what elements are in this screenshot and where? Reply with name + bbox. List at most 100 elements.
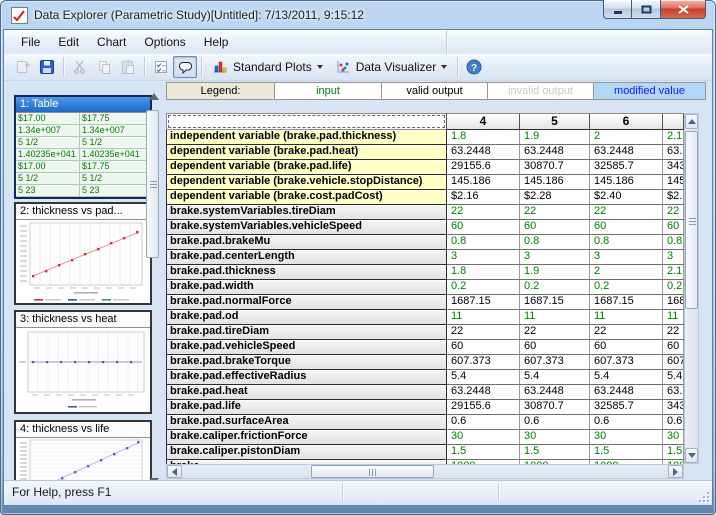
row-label[interactable]: brake.pad.effectiveRadius	[166, 370, 447, 385]
value-cell[interactable]: 60	[663, 340, 684, 355]
thumbnail-4-thickness-vs-life[interactable]: 4: thickness vs life	[14, 420, 152, 480]
value-cell[interactable]: 29155.6	[447, 160, 520, 175]
scroll-left-button[interactable]	[167, 465, 182, 478]
menu-item-chart[interactable]: Chart	[88, 31, 135, 53]
value-cell[interactable]: 22	[520, 325, 590, 340]
row-label[interactable]: brake.systemVariables.vehicleSpeed	[166, 220, 447, 235]
value-cell[interactable]: 0.2	[447, 280, 520, 295]
value-cell[interactable]: 2	[590, 265, 663, 280]
value-cell[interactable]: $2.52	[663, 190, 684, 205]
scroll-right-button[interactable]	[668, 465, 683, 478]
value-cell[interactable]: 30870.7	[520, 160, 590, 175]
cut-button[interactable]	[68, 56, 92, 78]
row-label[interactable]: dependent variable (brake.cost.padCost)	[166, 190, 447, 205]
value-cell[interactable]: 11	[590, 310, 663, 325]
value-cell[interactable]: 0.6	[520, 415, 590, 430]
value-cell[interactable]: 1687.15	[520, 295, 590, 310]
open-button[interactable]	[11, 56, 35, 78]
maximize-button[interactable]	[632, 0, 660, 19]
value-cell[interactable]: 60	[520, 220, 590, 235]
value-cell[interactable]: 0.8	[590, 235, 663, 250]
value-cell[interactable]: 2.1	[663, 265, 684, 280]
value-cell[interactable]: 22	[663, 205, 684, 220]
value-cell[interactable]: 3	[447, 250, 520, 265]
data-visualizer-button[interactable]: Data Visualizer	[329, 56, 453, 78]
row-label[interactable]: brake.pad.thickness	[166, 265, 447, 280]
value-cell[interactable]: 60	[447, 340, 520, 355]
value-cell[interactable]: 145.186	[520, 175, 590, 190]
minimize-button[interactable]	[603, 0, 632, 19]
value-cell[interactable]: 1.9	[520, 130, 590, 145]
column-header-5[interactable]: 5	[520, 113, 590, 130]
value-cell[interactable]: 22	[590, 325, 663, 340]
value-cell[interactable]: 0.2	[590, 280, 663, 295]
value-cell[interactable]: 32585.7	[590, 160, 663, 175]
row-label[interactable]: independent variable (brake.pad.thicknes…	[166, 130, 447, 145]
value-cell[interactable]: 11	[663, 310, 684, 325]
value-cell[interactable]: 145.186	[663, 175, 684, 190]
value-cell[interactable]: 145.186	[447, 175, 520, 190]
value-cell[interactable]: 0.2	[520, 280, 590, 295]
value-cell[interactable]: 607.373	[520, 355, 590, 370]
value-cell[interactable]: 5.4	[520, 370, 590, 385]
value-cell[interactable]: 0.2	[663, 280, 684, 295]
value-cell[interactable]: $2.28	[520, 190, 590, 205]
save-button[interactable]	[35, 56, 59, 78]
value-cell[interactable]: 1.5	[663, 445, 684, 460]
value-cell[interactable]: 3	[520, 250, 590, 265]
value-cell[interactable]: 145.186	[590, 175, 663, 190]
run-checklist-button[interactable]	[149, 56, 173, 78]
row-label[interactable]: brake.pad.od	[166, 310, 447, 325]
value-cell[interactable]: 3	[590, 250, 663, 265]
scroll-up-button[interactable]	[685, 114, 698, 129]
value-cell[interactable]: 1687.15	[663, 295, 684, 310]
value-cell[interactable]: 60	[447, 220, 520, 235]
value-cell[interactable]: 1.5	[447, 445, 520, 460]
value-cell[interactable]: 30	[447, 430, 520, 445]
row-label[interactable]: brake.systemVariables.tireDiam	[166, 205, 447, 220]
thumbnail-1-table[interactable]: 1: Table $17.00$17.751.34e+0071.34e+0075…	[14, 95, 152, 199]
value-cell[interactable]: 607.373	[447, 355, 520, 370]
value-cell[interactable]: 1.8	[447, 130, 520, 145]
value-cell[interactable]: 60	[590, 340, 663, 355]
value-cell[interactable]: 5.4	[447, 370, 520, 385]
value-cell[interactable]: 63.2448	[590, 145, 663, 160]
value-cell[interactable]: 30	[590, 430, 663, 445]
value-cell[interactable]: 0.8	[663, 235, 684, 250]
value-cell[interactable]: $2.16	[447, 190, 520, 205]
value-cell[interactable]: 32585.7	[590, 400, 663, 415]
menu-item-edit[interactable]: Edit	[49, 31, 88, 53]
row-label[interactable]: brake.pad.width	[166, 280, 447, 295]
resize-grip[interactable]	[697, 490, 709, 502]
value-cell[interactable]: 1687.15	[447, 295, 520, 310]
table-corner-cell[interactable]	[166, 113, 447, 130]
menu-item-options[interactable]: Options	[135, 31, 194, 53]
value-cell[interactable]: 60	[663, 220, 684, 235]
horizontal-scrollbar-thumb[interactable]	[311, 465, 434, 478]
comments-toggle-button[interactable]	[173, 56, 197, 78]
help-button[interactable]: ?	[462, 56, 486, 78]
value-cell[interactable]: 63.2448	[663, 145, 684, 160]
scroll-up-arrow-icon[interactable]	[149, 93, 159, 100]
paste-button[interactable]	[116, 56, 140, 78]
row-label[interactable]: dependent variable (brake.pad.life)	[166, 160, 447, 175]
value-cell[interactable]: 0.6	[447, 415, 520, 430]
scroll-down-button[interactable]	[685, 448, 698, 463]
row-label[interactable]: brake.pad.normalForce	[166, 295, 447, 310]
close-button[interactable]	[660, 0, 706, 19]
row-label[interactable]: brake.caliper.frictionForce	[166, 430, 447, 445]
row-label[interactable]: brake.pad.brakeTorque	[166, 355, 447, 370]
value-cell[interactable]: 5.4	[590, 370, 663, 385]
value-cell[interactable]: 607.373	[663, 355, 684, 370]
value-cell[interactable]: 63.2448	[663, 385, 684, 400]
value-cell[interactable]: 63.2448	[590, 385, 663, 400]
value-cell[interactable]: 5.4	[663, 370, 684, 385]
value-cell[interactable]: 60	[590, 220, 663, 235]
value-cell[interactable]: 30	[663, 430, 684, 445]
value-cell[interactable]: 0.6	[590, 415, 663, 430]
value-cell[interactable]: 22	[447, 205, 520, 220]
value-cell[interactable]: 22	[663, 325, 684, 340]
row-label[interactable]: brake.pad.tireDiam	[166, 325, 447, 340]
value-cell[interactable]: 22	[590, 205, 663, 220]
value-cell[interactable]: 1.8	[447, 265, 520, 280]
